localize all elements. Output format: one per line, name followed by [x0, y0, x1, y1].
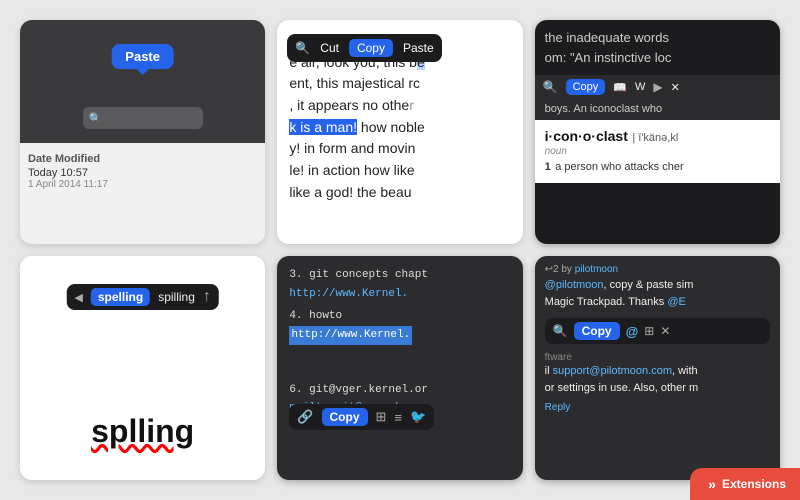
reply-button[interactable]: Reply: [545, 400, 770, 415]
finder-search-bar[interactable]: 🔍: [83, 107, 203, 129]
tweet-text: @pilotmoon, copy & paste sim Magic Track…: [545, 277, 770, 310]
box-icon: ⊞: [644, 324, 654, 338]
text-line-5: k is a man! how noble: [289, 117, 510, 139]
copy-button[interactable]: Copy: [349, 39, 393, 57]
search-icon: 🔍: [89, 112, 103, 125]
dict-phonetic: | ī'känə,kl: [632, 132, 678, 144]
arrow-icon: ◀: [74, 291, 82, 304]
paste-bubble[interactable]: Paste: [111, 44, 174, 69]
date-april: 1 April 2014 11:17: [28, 179, 257, 190]
tweet-area: ↩2 by pilotmoon @pilotmoon, copy & paste…: [535, 256, 780, 314]
copy-button[interactable]: Copy: [322, 408, 368, 426]
cut-button[interactable]: Cut: [320, 41, 339, 55]
search-icon: 🔍: [295, 41, 310, 55]
email-text: il support@pilotmoon.com, with or settin…: [545, 363, 770, 396]
text-line-6: y! in form and movin: [289, 138, 510, 160]
panel-finder: Paste 🔍 Date Modified Today 10:57 1 Apri…: [20, 20, 265, 244]
check-icon: ✕: [660, 324, 670, 338]
terminal-copy-bar[interactable]: 🔗 Copy ⊞ ≡ 🐦: [289, 404, 434, 430]
tweet-mention2: @E: [667, 296, 686, 308]
dict-book-icon: 📖: [613, 81, 627, 94]
at-icon: @: [626, 324, 639, 339]
panel-text-selection: 🔍 Cut Copy Paste sterile promontory, e a…: [277, 20, 522, 244]
misspelled-word: splling: [91, 413, 194, 450]
text-line-8: like a god! the beau: [289, 182, 510, 204]
email-area: ftware il support@pilotmoon.com, with or…: [535, 348, 780, 421]
dictionary-context-text: the inadequate words om: "An instinctive…: [535, 20, 780, 75]
terminal-line-1: 3. git concepts chapt: [289, 266, 510, 285]
text-line-4: , it appears no other: [289, 95, 510, 117]
dict-context-line2: om: "An instinctive loc: [545, 48, 770, 68]
dictionary-entry: i·con·o·clast | ī'känə,kl noun 1 a perso…: [535, 120, 780, 183]
cursor-icon: ▶: [653, 80, 662, 94]
finder-dark-area: Paste 🔍: [20, 20, 265, 143]
search-icon: 🔍: [553, 324, 568, 338]
dict-copy-button[interactable]: Copy: [566, 79, 606, 95]
terminal-line-3: 4. howto: [289, 307, 510, 326]
search-icon: 🔍: [543, 80, 558, 94]
list-icon: ≡: [394, 410, 402, 425]
dict-def-num: 1: [545, 161, 551, 173]
cursor-pointer-icon: ↑: [203, 288, 211, 306]
terminal-line-5: 6. git@vger.kernel.or: [289, 381, 510, 400]
terminal-line-2: http://www.Kernel.: [289, 285, 510, 304]
panel-spellcheck: ◀ spelling spilling ↑ splling: [20, 256, 265, 480]
spelling-option[interactable]: spelling: [91, 288, 150, 306]
copy-button[interactable]: Copy: [574, 322, 620, 340]
dict-top-line3: boys. An iconoclast who: [535, 99, 780, 120]
dict-w-button[interactable]: W: [635, 81, 645, 93]
text-context-menu[interactable]: 🔍 Cut Copy Paste: [287, 34, 441, 62]
extensions-badge[interactable]: » Extensions: [690, 468, 800, 500]
dict-context-line1: the inadequate words: [545, 28, 770, 48]
spell-suggestion[interactable]: spilling: [158, 290, 195, 304]
dict-context-menu[interactable]: 🔍 Copy 📖 W ▶ ✕: [535, 75, 780, 99]
extensions-label: Extensions: [722, 477, 786, 491]
terminal-line-4: http://www.Kernel.: [289, 326, 510, 345]
dict-headword: i·con·o·clast: [545, 128, 628, 144]
dict-close-button: ✕: [671, 81, 680, 94]
tweet-copy-bar[interactable]: 🔍 Copy @ ⊞ ✕: [545, 318, 770, 344]
finder-file-list: Date Modified Today 10:57 1 April 2014 1…: [20, 143, 265, 244]
date-modified-label: Date Modified: [28, 149, 257, 167]
link-icon: 🔗: [297, 409, 313, 425]
bird-icon: 🐦: [410, 409, 426, 425]
mouse-icon: ⊞: [376, 409, 387, 425]
dict-pos: noun: [545, 146, 770, 157]
chevrons-icon: »: [708, 476, 716, 492]
paste-button[interactable]: Paste: [403, 41, 434, 55]
panel-terminal: 3. git concepts chapt http://www.Kernel.…: [277, 256, 522, 480]
terminal-content: 3. git concepts chapt http://www.Kernel.…: [289, 266, 510, 418]
dict-definition: a person who attacks cher: [555, 161, 683, 173]
date-today: Today 10:57: [28, 167, 257, 179]
email-label: ftware: [545, 352, 770, 363]
tweet-author: pilotmoon: [575, 264, 618, 275]
tweet-mention: @pilotmoon: [545, 279, 604, 291]
terminal-copy-bar-spacer: [289, 345, 510, 377]
text-line-3: ent, this majestical rc: [289, 73, 510, 95]
spell-context-menu[interactable]: ◀ spelling spilling ↑: [66, 284, 219, 310]
panel-email-tweet: ↩2 by pilotmoon @pilotmoon, copy & paste…: [535, 256, 780, 480]
text-line-7: le! in action how like: [289, 160, 510, 182]
tweet-attribution: ↩2 by pilotmoon: [545, 264, 770, 275]
email-link: support@pilotmoon.com: [553, 365, 672, 377]
panel-dictionary: the inadequate words om: "An instinctive…: [535, 20, 780, 244]
